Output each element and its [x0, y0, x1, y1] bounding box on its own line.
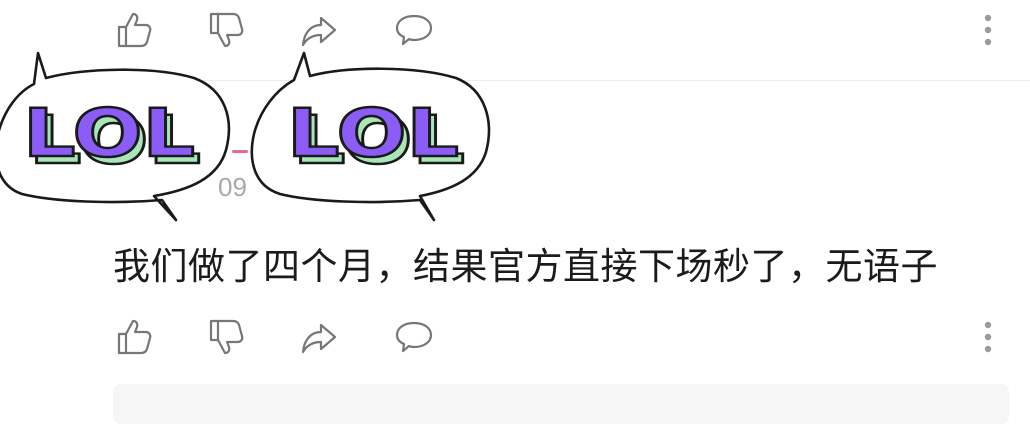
thumb-down-icon	[209, 12, 244, 48]
vertical-dots-icon	[984, 14, 992, 46]
lol-sticker-1: LOL LOL	[0, 51, 231, 222]
more-options-button[interactable]	[968, 8, 1008, 52]
thumb-up-icon	[117, 12, 152, 48]
speech-bubble-icon	[395, 321, 433, 353]
thumb-up-icon	[117, 319, 152, 355]
vertical-dots-icon	[984, 321, 992, 353]
like-button[interactable]	[112, 8, 156, 52]
comment-text: 我们做了四个月，结果官方直接下场秒了，无语子	[113, 245, 938, 288]
reply-thread-box[interactable]	[113, 384, 1009, 424]
like-button[interactable]	[112, 315, 156, 359]
comment-button[interactable]	[392, 8, 436, 52]
share-arrow-icon	[301, 323, 337, 354]
lol-text-1: LOL	[23, 95, 195, 172]
lol-text-2: LOL	[287, 95, 459, 172]
lol-sticker-2: LOL LOL	[250, 51, 491, 222]
dislike-button[interactable]	[204, 8, 248, 52]
speech-bubble-icon	[395, 14, 433, 46]
comment-button[interactable]	[392, 315, 436, 359]
more-options-button[interactable]	[968, 315, 1008, 359]
thumb-down-icon	[209, 319, 244, 355]
share-button[interactable]	[297, 8, 341, 52]
previous-comment-actions	[112, 8, 1012, 52]
share-arrow-icon	[301, 16, 337, 47]
dislike-button[interactable]	[204, 315, 248, 359]
share-button[interactable]	[297, 315, 341, 359]
comment-actions	[112, 315, 1012, 359]
